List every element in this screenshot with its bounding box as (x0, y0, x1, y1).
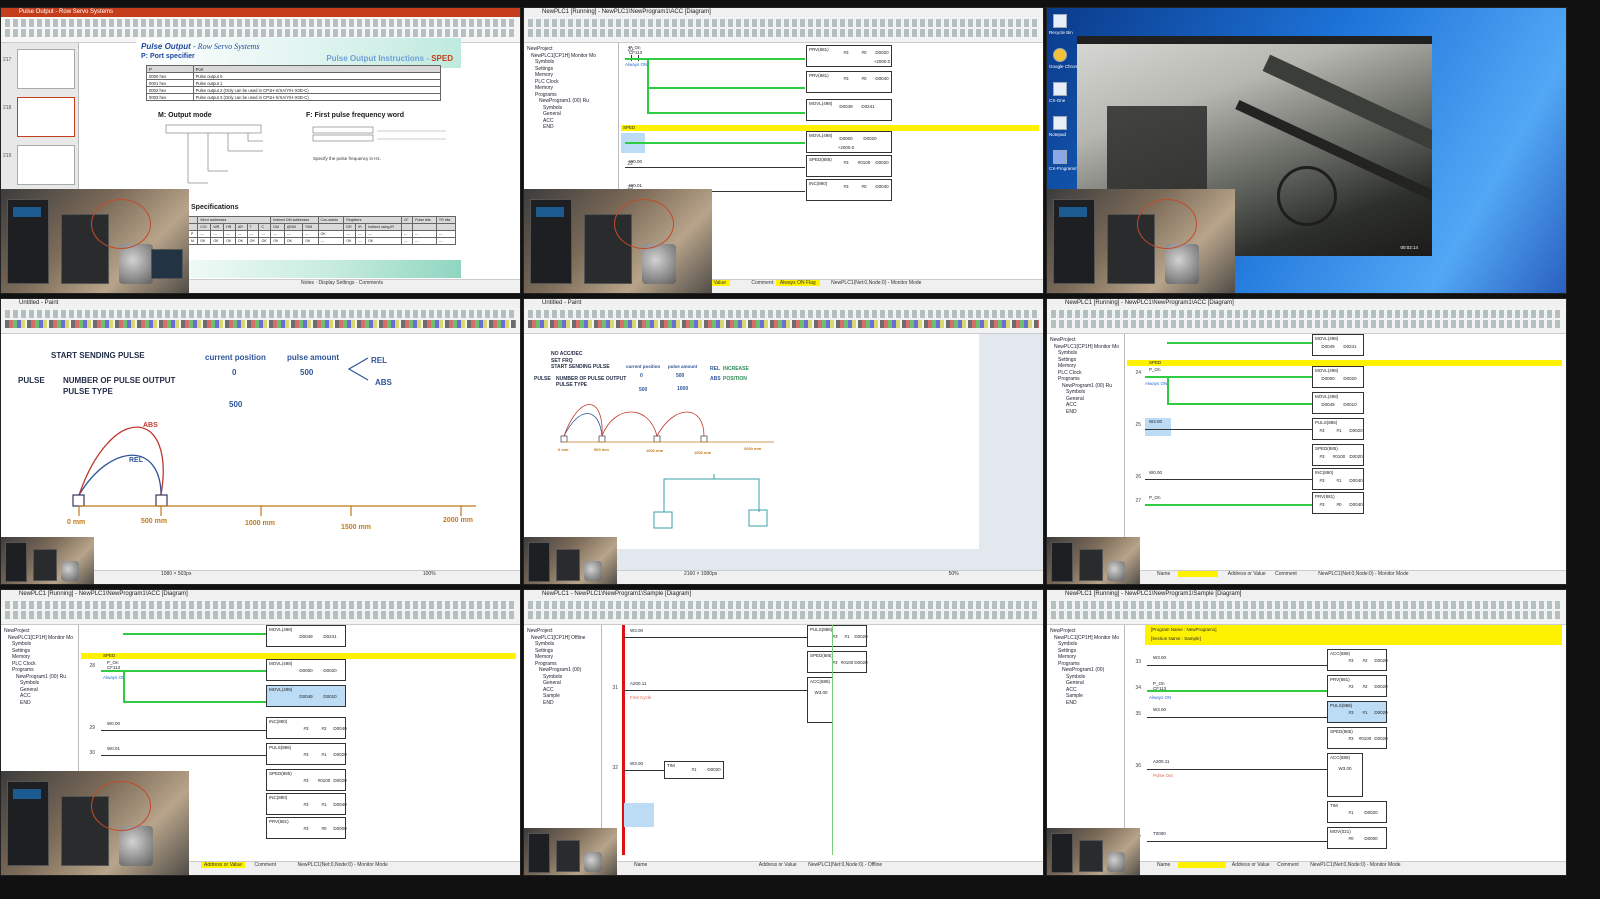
sped-block[interactable]: SPED(885) #3 #0100 D0020 (1327, 727, 1388, 749)
movl-block[interactable]: MOVL(498) D0000 D0020 (266, 659, 346, 681)
pulse-block-selected[interactable]: PULS(886) #3 #1 D0020 (1327, 701, 1388, 723)
cx-programmer-window-5: NewPLC1 [Running] - NewPLC1\NewProgram1\… (1046, 589, 1567, 876)
cx-programmer-icon[interactable] (1053, 150, 1067, 164)
freq-note: Specify the pulse frequency in Hz. (313, 156, 382, 161)
prv-block[interactable]: PRV(881) #3 #0 D0000 (266, 817, 347, 839)
paint-window-1: Untitled - Paint START SENDING PULSE PUL… (0, 298, 521, 585)
project-tree[interactable]: NewProject NewPLC1[CP1H] Monitor Mo Symb… (1047, 334, 1125, 570)
ladder-diagram[interactable]: [Program Name : NewProgram1] [Section Na… (1127, 625, 1562, 861)
webcam-overlay (1, 771, 189, 875)
pulse-block[interactable]: PULS(886) #3 #1 D0020 (266, 743, 347, 765)
desktop-window: Recycle Bin Google Chrome CX-One Notepad… (1046, 7, 1567, 294)
movl-block-selected[interactable]: MOVL(498) D0049 D0010 (266, 685, 346, 707)
ladder-diagram[interactable]: W3.00 PULS(886) #3 #1 D0020 SPED(885) #3… (604, 625, 1039, 861)
window-title: NewPLC1 [Running] - NewPLC1\NewProgram1\… (524, 8, 1043, 17)
ladder-diagram[interactable]: MOVL(498) D0049 D0241 SPED 24 P_On Alway… (1127, 334, 1562, 570)
inc-block[interactable]: INC(890) #3 #0 D0040 (806, 179, 892, 201)
slide-heading: Pulse Output Instructions - SPED (326, 54, 453, 63)
cx-programmer-window-2: NewPLC1 [Running] - NewPLC1\NewProgram1\… (1046, 298, 1567, 585)
port-table: P Port 0000 hex Pulse output 0 0001 hex Pul… (146, 65, 442, 101)
paint-canvas[interactable]: START SENDING PULSE PULSE NUMBER OF PULS… (1, 334, 520, 570)
webcam-overlay (1047, 537, 1140, 584)
timer-block[interactable]: TIM #1 D0020 (664, 761, 724, 779)
window-title: NewPLC1 [Running] - NewPLC1\NewProgram1\… (1047, 299, 1566, 308)
toolbar[interactable] (1047, 599, 1566, 625)
prv-block[interactable]: PRV(881) #3 #0 D0040 (1312, 492, 1364, 514)
position-diagram (72, 426, 476, 516)
project-tree[interactable]: NewProject NewPLC1[CP1H] Monitor Mo Symb… (1047, 625, 1125, 861)
cx-one-icon[interactable] (1053, 82, 1067, 96)
chrome-icon[interactable] (1053, 48, 1067, 62)
window-title: Pulse Output - Row Servo Systems (1, 8, 520, 17)
movl-block[interactable]: MOVL(498) D0049 D0241 (806, 99, 892, 121)
screen-grid: Pulse Output - Row Servo Systems 217 218… (0, 0, 1600, 899)
acc-block[interactable]: ACC(888) W3.00 (807, 677, 833, 723)
spec-table: Word addresses Indirect DM addresses Con… (187, 216, 457, 245)
inc-block[interactable]: INC(890) #3 #1 D0040 (1312, 468, 1364, 490)
drawn-shapes (653, 474, 768, 529)
paint-window-2: Untitled - Paint NO ACC/DEC SET FRQ STAR… (523, 298, 1044, 585)
slide-thumbnail[interactable] (17, 49, 75, 89)
window-title: NewPLC1 [Running] - NewPLC1\NewProgram1\… (1, 590, 520, 599)
window-title: Untitled - Paint (1, 299, 520, 308)
inc-block[interactable]: INC(890) #3 #2 D0040 (266, 717, 347, 739)
webcam-overlay (1, 537, 94, 584)
recycle-bin-icon[interactable] (1053, 14, 1067, 28)
movl-block[interactable]: MOVL(498) D0049 D0241 (1312, 334, 1364, 356)
prv-block[interactable]: PRV(881) #3 #0 D0020 +2000.0 (806, 45, 892, 67)
sped-block[interactable]: SPED(885) #3 #0100 D0020 (266, 769, 347, 791)
movl-block[interactable]: MOVL(498) D0000 D0020 (1312, 366, 1364, 388)
movl-block[interactable]: MOVL(498) D0049 D0241 (266, 625, 346, 647)
webcam-overlay (524, 828, 617, 875)
cx-programmer-window-1: NewPLC1 [Running] - NewPLC1\NewProgram1\… (523, 7, 1044, 294)
rel-abs-arrow (347, 357, 369, 381)
paint-canvas[interactable]: NO ACC/DEC SET FRQ START SENDING PULSE P… (524, 334, 1043, 570)
webcam-overlay (1047, 189, 1235, 293)
spec-label: Specifications (191, 204, 239, 211)
toolbar[interactable] (524, 17, 1043, 43)
movl-block[interactable]: MOVL(498) D0000 D0020 +2000.0 (806, 131, 892, 153)
slide-thumbnail[interactable] (17, 145, 75, 185)
freq-label: F: First pulse frequency word (306, 112, 405, 119)
prv-block[interactable]: PRV(881) #3 #2 D0020 (1327, 675, 1388, 697)
pulse-block[interactable]: PULS(886) #3 #1 D0020 (1312, 418, 1364, 440)
prv-block[interactable]: PRV(881) #3 #0 D0040 (806, 71, 892, 93)
freq-diagram (312, 126, 446, 142)
toolbar[interactable] (1, 599, 520, 625)
sped-block[interactable]: SPED(885) #3 #0100 D0020 (1312, 444, 1364, 466)
powerpoint-window: Pulse Output - Row Servo Systems 217 218… (0, 7, 521, 294)
timer-block[interactable]: TIM #1 D0020 (1327, 801, 1387, 823)
acc-block[interactable]: ACC(888) #3 #2 D0020 (1327, 649, 1388, 671)
mov-block[interactable]: MOV(021) #0 D0000 (1327, 827, 1387, 849)
sped-block[interactable]: SPED(885) #3 #0100 D0020 (806, 155, 892, 177)
port-label: P: Port specifier (141, 53, 195, 60)
paint-ribbon[interactable] (524, 308, 1043, 334)
mode-label: M: Output mode (158, 112, 212, 119)
slide-title: Pulse Output - Row Servo Systems (141, 42, 260, 51)
webcam-overlay (1, 189, 189, 293)
cx-programmer-window-4: NewPLC1 - NewPLC1\NewProgram1\Sample [Di… (523, 589, 1044, 876)
mode-diagram (165, 124, 263, 184)
webcam-overlay (1047, 828, 1140, 875)
slide-thumbnail[interactable] (17, 97, 75, 137)
notepad-icon[interactable] (1053, 116, 1067, 130)
toolbar[interactable] (524, 599, 1043, 625)
cx-programmer-window-3: NewPLC1 [Running] - NewPLC1\NewProgram1\… (0, 589, 521, 876)
sped-block[interactable]: SPED(885) #3 #0100 D0020 (807, 651, 868, 673)
window-title: Untitled - Paint (524, 299, 1043, 308)
video-time: 00:02:14 (1400, 245, 1418, 250)
inc-block[interactable]: INC(890) #3 #1 D0040 (266, 793, 347, 815)
pulse-block[interactable]: PULS(886) #3 #1 D0020 (807, 625, 868, 647)
webcam-overlay (524, 189, 712, 293)
toolbar[interactable] (1047, 308, 1566, 334)
window-title: NewPLC1 - NewPLC1\NewProgram1\Sample [Di… (524, 590, 1043, 599)
paint-ribbon[interactable] (1, 308, 520, 334)
window-title: NewPLC1 [Running] - NewPLC1\NewProgram1\… (1047, 590, 1566, 599)
project-tree[interactable]: NewProject NewPLC1[CP1H] Offline Symbols… (524, 625, 602, 861)
webcam-overlay (524, 537, 617, 584)
acc-block[interactable]: ACC(888) W3.00 (1327, 753, 1363, 797)
movl-block[interactable]: MOVL(498) D0049 D0010 (1312, 392, 1364, 414)
